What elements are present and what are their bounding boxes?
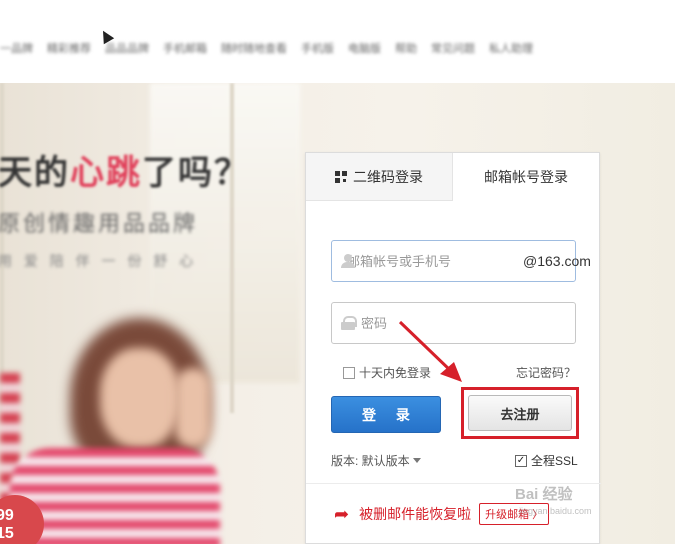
- watermark-brand: Bai 经验: [515, 486, 573, 503]
- register-highlight-box: 去注册: [461, 387, 579, 439]
- version-label: 版本: 默认版本: [331, 454, 410, 468]
- top-nav-item[interactable]: 一品牌: [0, 40, 33, 56]
- forgot-password-link[interactable]: 忘记密码？: [516, 364, 576, 381]
- window-frame: [0, 83, 4, 413]
- tab-account-label: 邮箱帐号登录: [484, 169, 568, 185]
- login-button[interactable]: 登 录: [331, 396, 441, 433]
- remember-label: 十天内免登录: [359, 366, 432, 380]
- top-nav-item[interactable]: 品品品牌: [105, 40, 149, 56]
- top-nav-item[interactable]: 常见问题: [431, 40, 475, 56]
- remember-checkbox[interactable]: [343, 366, 355, 379]
- watermark-url: jingyan.baidu.com: [519, 506, 592, 516]
- top-nav-item[interactable]: 手机邮箱: [163, 40, 207, 56]
- top-nav-item[interactable]: 帮助: [395, 40, 417, 56]
- back-arrow-icon: ➦: [334, 503, 350, 524]
- top-nav-item[interactable]: 精彩推荐: [47, 40, 91, 56]
- username-input[interactable]: [347, 253, 523, 269]
- tab-account-login[interactable]: 邮箱帐号登录: [453, 153, 599, 201]
- model-image-arm: [175, 368, 211, 448]
- top-navigation: 一品牌 精彩推荐 品品品牌 手机邮箱 随时随地查看 手机版 电脑版 帮助 常见问题 私人助理: [0, 0, 675, 83]
- top-nav-item[interactable]: 随时随地查看: [221, 40, 287, 56]
- model-image-face: [100, 348, 180, 448]
- top-nav-item[interactable]: 私人助理: [489, 40, 533, 56]
- hero-slogan-main: 天的心跳了吗？: [0, 153, 250, 193]
- password-input[interactable]: [361, 315, 575, 331]
- login-tabs: 二维码登录 邮箱帐号登录: [306, 153, 599, 201]
- ssl-checkbox[interactable]: ✓: [515, 454, 527, 467]
- watermark: Bai 经验 jingyan.baidu.com: [515, 483, 592, 516]
- register-button[interactable]: 去注册: [468, 395, 572, 431]
- top-nav-item[interactable]: 电脑版: [348, 40, 381, 56]
- top-nav-item[interactable]: 手机版: [301, 40, 334, 56]
- qr-code-icon: [335, 170, 347, 183]
- hero-slogan-tagline: 用 爱 陪 伴 一 份 舒 心: [0, 253, 198, 269]
- version-selector[interactable]: 版本: 默认版本: [331, 452, 421, 469]
- domain-suffix: @163.com: [523, 253, 591, 269]
- tab-qr-label: 二维码登录: [353, 168, 423, 185]
- window-frame: [230, 83, 234, 413]
- remember-me[interactable]: 十天内免登录: [343, 364, 431, 381]
- password-field[interactable]: [331, 302, 576, 344]
- tab-qr-login[interactable]: 二维码登录: [306, 153, 453, 200]
- hero-slogan-sub: 原创情趣用品品牌: [0, 212, 199, 237]
- lock-icon: [341, 316, 357, 330]
- chevron-down-icon: [412, 458, 421, 463]
- ssl-option[interactable]: ✓ 全程SSL: [515, 452, 578, 469]
- promo-text: 被删邮件能恢复啦: [359, 506, 472, 522]
- username-field[interactable]: @163.com: [331, 240, 591, 282]
- ssl-label: 全程SSL: [531, 454, 578, 468]
- top-nav-items: 一品牌 精彩推荐 品品品牌 手机邮箱 随时随地查看 手机版 电脑版 帮助 常见问题 私人助理: [0, 40, 533, 56]
